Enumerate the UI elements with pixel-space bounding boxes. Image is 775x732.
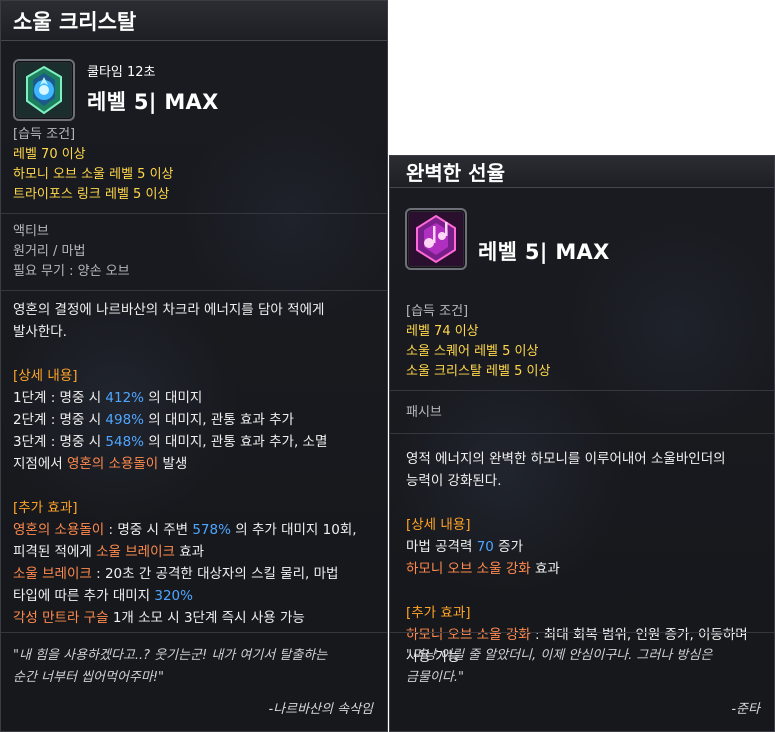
stage-3-line-2: 지점에서 영혼의 소용돌이 발생 bbox=[13, 456, 188, 472]
skill-tooltip-perfect-melody: 완벽한 선율 레벨 5| MAX [습득 조건] 레벨 74 이상 소울 스퀘어… bbox=[389, 155, 775, 732]
quote-line: "마냥 어릴 줄 알았더니, 이제 안심이구나. 그러나 방심은 bbox=[406, 648, 713, 663]
extra-effect-line: 피격된 적에게 소울 브레이크 효과 bbox=[13, 544, 205, 560]
detail-header: [상세 내용] bbox=[13, 368, 78, 384]
quote-line: "내 힘을 사용하겠다고..? 웃기는군! 내가 여기서 탈출하는 bbox=[13, 648, 328, 663]
acquire-header: [습득 조건] bbox=[13, 127, 76, 142]
skill-type-section: 패시브 bbox=[390, 391, 774, 434]
quote-line: 순간 너부터 씹어먹어주마!" bbox=[13, 670, 165, 685]
tooltip-title: 완벽한 선율 bbox=[390, 156, 774, 188]
skill-description: 영혼의 결정에 나르바산의 차크라 에너지를 담아 적에게 발사한다. [상세 … bbox=[1, 291, 387, 637]
skill-level-text: 레벨 5| MAX bbox=[87, 90, 219, 114]
acquire-conditions: [습득 조건] 레벨 70 이상 하모니 오브 소울 레벨 5 이상 트라이포스… bbox=[1, 117, 387, 214]
stage-3-line: 3단계 : 명중 시 548% 의 대미지, 관통 효과 추가, 소멸 bbox=[13, 434, 328, 450]
extra-effect-header: [추가 효과] bbox=[13, 500, 78, 516]
extra-effect-line: 타입에 따른 추가 대미지 320% bbox=[13, 588, 193, 604]
description-line: 능력이 강화된다. bbox=[406, 473, 502, 489]
requirement-item: 트라이포스 링크 레벨 5 이상 bbox=[13, 187, 170, 202]
skill-type: 패시브 bbox=[406, 405, 442, 420]
skill-tooltip-soul-crystal: 소울 크리스탈 쿨타임 12초 레벨 5| MAX [습득 조건] 레벨 70 … bbox=[0, 0, 388, 732]
perfect-melody-icon bbox=[405, 208, 467, 270]
cooldown-text: 쿨타임 12초 bbox=[87, 65, 156, 80]
detail-line: 하모니 오브 소울 강화 효과 bbox=[406, 561, 560, 577]
requirement-item: 하모니 오브 소울 레벨 5 이상 bbox=[13, 167, 174, 182]
soul-crystal-icon bbox=[13, 59, 75, 121]
skill-header: 쿨타임 12초 레벨 5| MAX bbox=[1, 41, 387, 121]
stage-2-line: 2단계 : 명중 시 498% 의 대미지, 관통 효과 추가 bbox=[13, 412, 294, 428]
skill-type-section: 액티브 원거리 / 마법 필요 무기 : 양손 오브 bbox=[1, 214, 387, 291]
extra-effect-line: 소울 브레이크 : 20초 간 공격한 대상자의 스킬 물리, 마법 bbox=[13, 566, 339, 582]
requirement-item: 레벨 70 이상 bbox=[13, 147, 86, 162]
extra-effect-header: [추가 효과] bbox=[406, 605, 471, 621]
skill-level-text: 레벨 5| MAX bbox=[478, 240, 610, 264]
skill-range: 원거리 / 마법 bbox=[13, 244, 86, 259]
requirement-item: 소울 크리스탈 레벨 5 이상 bbox=[406, 364, 551, 379]
tooltip-title: 소울 크리스탈 bbox=[1, 1, 387, 41]
quote-author: -나르바산의 속삭임 bbox=[268, 702, 373, 717]
required-weapon: 필요 무기 : 양손 오브 bbox=[13, 264, 130, 279]
description-line: 발사한다. bbox=[13, 324, 67, 340]
flavor-quote: "내 힘을 사용하겠다고..? 웃기는군! 내가 여기서 탈출하는 순간 너부터… bbox=[1, 632, 387, 731]
quote-author: -준타 bbox=[731, 702, 760, 717]
quote-line: 금물이다." bbox=[406, 670, 464, 685]
flavor-quote: "마냥 어릴 줄 알았더니, 이제 안심이구나. 그러나 방심은 금물이다." … bbox=[390, 632, 774, 731]
acquire-conditions: [습득 조건] 레벨 74 이상 소울 스퀘어 레벨 5 이상 소울 크리스탈 … bbox=[390, 294, 774, 391]
extra-effect-line: 영혼의 소용돌이 : 명중 시 주변 578% 의 추가 대미지 10회, bbox=[13, 522, 357, 538]
skill-type: 액티브 bbox=[13, 224, 49, 239]
requirement-item: 소울 스퀘어 레벨 5 이상 bbox=[406, 344, 539, 359]
requirement-item: 레벨 74 이상 bbox=[406, 324, 479, 339]
extra-effect-line: 각성 만트라 구슬 1개 소모 시 3단계 즉시 사용 가능 bbox=[13, 610, 305, 626]
detail-line: 마법 공격력 70 증가 bbox=[406, 539, 524, 555]
acquire-header: [습득 조건] bbox=[406, 304, 469, 319]
stage-1-line: 1단계 : 명중 시 412% 의 대미지 bbox=[13, 390, 203, 406]
description-line: 영혼의 결정에 나르바산의 차크라 에너지를 담아 적에게 bbox=[13, 302, 325, 318]
detail-header: [상세 내용] bbox=[406, 517, 471, 533]
description-line: 영적 에너지의 완벽한 하모니를 이루어내어 소울바인더의 bbox=[406, 451, 726, 467]
